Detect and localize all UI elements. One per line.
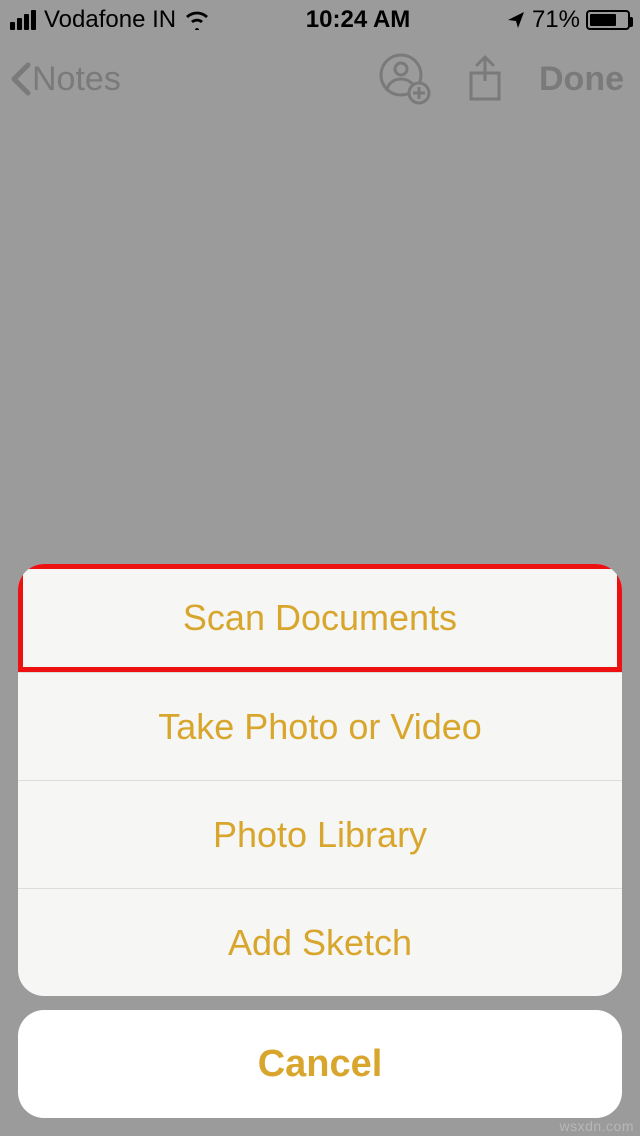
battery-icon	[586, 10, 630, 30]
battery-pct-label: 71%	[532, 6, 580, 34]
clock-label: 10:24 AM	[306, 6, 410, 34]
add-person-button[interactable]	[379, 53, 431, 105]
take-photo-video-option[interactable]: Take Photo or Video	[18, 672, 622, 780]
nav-bar: Notes Done	[0, 40, 640, 128]
option-label: Scan Documents	[183, 597, 457, 639]
share-icon	[465, 55, 505, 103]
status-bar: Vodafone IN 10:24 AM 71%	[0, 0, 640, 40]
option-label: Photo Library	[213, 814, 427, 856]
option-label: Add Sketch	[228, 922, 412, 964]
chevron-left-icon	[8, 59, 34, 99]
cancel-button[interactable]: Cancel	[18, 1010, 622, 1118]
share-button[interactable]	[465, 55, 505, 103]
carrier-label: Vodafone IN	[44, 6, 176, 34]
action-sheet-group: Scan Documents Take Photo or Video Photo…	[18, 564, 622, 996]
cellular-signal-icon	[10, 10, 36, 30]
watermark: wsxdn.com	[559, 1118, 634, 1134]
wifi-icon	[184, 10, 210, 30]
cancel-label: Cancel	[258, 1043, 383, 1086]
back-button[interactable]: Notes	[8, 59, 121, 99]
action-sheet: Scan Documents Take Photo or Video Photo…	[18, 564, 622, 1118]
option-label: Take Photo or Video	[158, 706, 482, 748]
add-sketch-option[interactable]: Add Sketch	[18, 888, 622, 996]
back-label: Notes	[32, 60, 121, 99]
done-button[interactable]: Done	[539, 60, 624, 99]
scan-documents-option[interactable]: Scan Documents	[18, 564, 622, 672]
add-person-icon	[379, 53, 431, 105]
photo-library-option[interactable]: Photo Library	[18, 780, 622, 888]
battery-fill	[590, 14, 616, 26]
location-icon	[506, 10, 526, 30]
